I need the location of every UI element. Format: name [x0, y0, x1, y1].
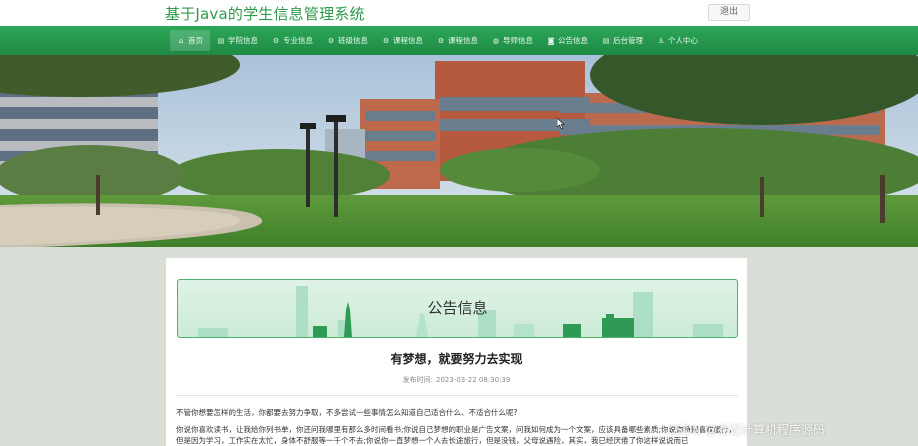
article-title: 有梦想，就要努力去实现	[390, 352, 523, 366]
home-icon: ⌂	[178, 36, 184, 45]
logout-button[interactable]: 退出	[708, 4, 750, 21]
site-title: 基于Java的学生信息管理系统	[165, 5, 365, 23]
nav-item[interactable]: ▤ 学院信息	[210, 26, 265, 55]
globe-icon: ◍	[492, 36, 500, 45]
nav-item[interactable]: ▤ 后台管理	[595, 26, 650, 55]
gear-icon: ⚙	[382, 36, 390, 45]
nav-item-label: 课程信息	[448, 36, 478, 45]
main-nav: ⌂ 首页 ▤ 学院信息 ⚙ 专业信息 ⚙ 班级信息 ⚙ 课程信息 ⚙ 课程信息 ◍ 导师信息 ◙ 公告信息 ▤ 后…	[0, 26, 918, 55]
gear-icon: ⚙	[272, 36, 280, 45]
camera-icon: ◙	[547, 36, 555, 45]
nav-items: ⌂ 首页 ▤ 学院信息 ⚙ 专业信息 ⚙ 班级信息 ⚙ 课程信息 ⚙ 课程信息 ◍ 导师信息 ◙ 公告信息 ▤ 后…	[170, 26, 705, 55]
gear-icon: ⚙	[437, 36, 445, 45]
campus-photo	[0, 55, 918, 247]
building-icon: ▤	[602, 36, 610, 45]
nav-item[interactable]: ◙ 公告信息	[540, 26, 595, 55]
nav-item[interactable]: ⌂ 首页	[170, 30, 210, 51]
divider	[176, 395, 738, 396]
mouse-cursor-icon	[557, 118, 565, 129]
article-paragraph: 你说你喜欢读书，让我给你列书单，你还问我哪里有那么多时间看书;你说自己梦想的职业…	[176, 425, 737, 445]
gear-icon: ⚙	[327, 36, 335, 45]
nav-item[interactable]: ⚙ 班级信息	[320, 26, 375, 55]
notice-banner-title: 公告信息	[427, 299, 488, 317]
nav-item-label: 公告信息	[558, 36, 588, 45]
article-time-label: 发布时间:	[402, 376, 433, 384]
article-time-value: 2023-03-22 08:30:39	[436, 376, 511, 384]
nav-item-label: 班级信息	[338, 36, 368, 45]
building-icon: ▤	[217, 36, 225, 45]
nav-item-label: 专业信息	[283, 36, 313, 45]
nav-item-label: 学院信息	[228, 36, 258, 45]
nav-item[interactable]: ♙ 个人中心	[650, 26, 705, 55]
top-bar: 基于Java的学生信息管理系统 退出	[0, 0, 918, 26]
nav-item[interactable]: ⚙ 课程信息	[375, 26, 430, 55]
nav-item[interactable]: ⚙ 专业信息	[265, 26, 320, 55]
article-time: 发布时间: 2023-03-22 08:30:39	[166, 375, 747, 385]
nav-item[interactable]: ⚙ 课程信息	[430, 26, 485, 55]
nav-item-label: 导师信息	[503, 36, 533, 45]
nav-item-label: 课程信息	[393, 36, 423, 45]
nav-item[interactable]: ◍ 导师信息	[485, 26, 540, 55]
nav-item-label: 首页	[188, 36, 203, 45]
hero-carousel[interactable]	[0, 55, 918, 247]
nav-item-label: 后台管理	[613, 36, 643, 45]
user-icon: ♙	[657, 36, 665, 45]
nav-item-label: 个人中心	[668, 36, 698, 45]
notice-banner: 公告信息	[177, 279, 738, 338]
article-paragraph: 不管你想要怎样的生活，你都要去努力争取，不多尝试一些事情怎么知道自己适合什么、不…	[176, 408, 518, 417]
watermark: CSDN @杰记计算机程序源码	[667, 423, 826, 437]
